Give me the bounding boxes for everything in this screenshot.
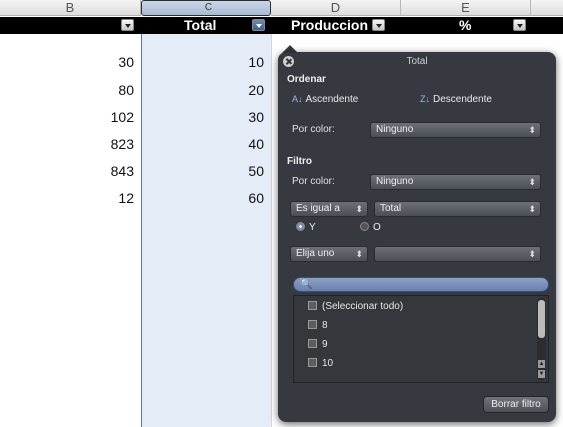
scroll-up-icon[interactable]: ▲ bbox=[538, 360, 545, 368]
column-header-e[interactable]: E bbox=[401, 0, 531, 16]
second-value-field[interactable]: ⬍ bbox=[374, 246, 541, 262]
filter-dropdown-produccion[interactable] bbox=[372, 19, 385, 31]
search-input[interactable]: 🔍 bbox=[293, 277, 549, 292]
filter-color-select[interactable]: Ninguno ⬍ bbox=[370, 174, 541, 190]
radio-or-label: O bbox=[373, 222, 381, 233]
chevron-updown-icon: ⬍ bbox=[355, 249, 363, 259]
cell-c[interactable]: 20 bbox=[141, 80, 264, 100]
radio-or-dot bbox=[360, 222, 369, 231]
list-item-label: (Seleccionar todo) bbox=[322, 301, 404, 312]
cell-c[interactable]: 30 bbox=[141, 107, 264, 127]
chevron-updown-icon: ⬍ bbox=[355, 204, 363, 214]
column-header-d[interactable]: D bbox=[271, 0, 401, 16]
chevron-updown-icon: ⬍ bbox=[528, 125, 536, 135]
list-item[interactable]: 8 bbox=[308, 320, 328, 331]
table-header-row: Total Produccion % bbox=[0, 17, 563, 34]
second-operator-select[interactable]: Elija uno ⬍ bbox=[290, 246, 368, 262]
gridline bbox=[271, 34, 272, 427]
cell-c[interactable]: 40 bbox=[141, 134, 264, 154]
cell-b[interactable]: 102 bbox=[0, 107, 134, 127]
header-percent: % bbox=[459, 17, 472, 33]
cell-b[interactable]: 80 bbox=[0, 80, 134, 100]
scroll-down-icon[interactable]: ▼ bbox=[538, 370, 545, 378]
list-item-label: 9 bbox=[322, 339, 328, 350]
cell-b[interactable]: 823 bbox=[0, 134, 134, 154]
filter-dropdown-total[interactable] bbox=[252, 19, 265, 31]
chevron-updown-icon: ⬍ bbox=[528, 204, 536, 214]
checkbox[interactable] bbox=[308, 301, 317, 310]
checkbox[interactable] bbox=[308, 339, 317, 348]
cell-b[interactable]: 843 bbox=[0, 161, 134, 181]
cell-c[interactable]: 10 bbox=[141, 52, 264, 72]
list-item-label: 10 bbox=[322, 358, 334, 369]
column-header-f[interactable] bbox=[531, 0, 563, 16]
sort-descending-button[interactable]: Z↓ Descendente bbox=[420, 94, 492, 105]
scrollbar-thumb[interactable] bbox=[538, 300, 545, 338]
clear-filter-button[interactable]: Borrar filtro bbox=[483, 396, 549, 413]
sort-color-select[interactable]: Ninguno ⬍ bbox=[370, 122, 541, 138]
list-item[interactable]: 9 bbox=[308, 339, 328, 350]
cell-b[interactable]: 30 bbox=[0, 52, 134, 72]
header-produccion: Produccion bbox=[291, 17, 369, 33]
value-list: (Seleccionar todo) 8 9 10 ▲ ▼ bbox=[293, 295, 549, 383]
sort-descending-label: Descendente bbox=[433, 94, 492, 105]
chevron-updown-icon: ⬍ bbox=[528, 249, 536, 259]
condition-value-text: Total bbox=[380, 203, 402, 214]
chevron-updown-icon: ⬍ bbox=[528, 177, 536, 187]
checkbox[interactable] bbox=[308, 320, 317, 329]
sort-section-title: Ordenar bbox=[287, 74, 326, 85]
filter-dropdown-b[interactable] bbox=[121, 19, 134, 31]
sort-ascending-button[interactable]: A↓ Ascendente bbox=[292, 94, 358, 105]
cell-b[interactable]: 12 bbox=[0, 188, 134, 208]
filter-color-value: Ninguno bbox=[376, 176, 414, 187]
second-operator-value: Elija uno bbox=[296, 248, 335, 259]
radio-or[interactable]: O bbox=[360, 222, 381, 233]
cell-c[interactable]: 60 bbox=[141, 188, 264, 208]
sort-descending-icon: Z↓ bbox=[420, 94, 430, 104]
popover-title: Total bbox=[406, 56, 428, 67]
filter-section-title: Filtro bbox=[287, 156, 312, 167]
sort-ascending-icon: A↓ bbox=[292, 94, 303, 104]
cell-c[interactable]: 50 bbox=[141, 161, 264, 181]
search-icon: 🔍 bbox=[300, 279, 313, 290]
radio-and[interactable]: Y bbox=[296, 222, 316, 233]
list-item-select-all[interactable]: (Seleccionar todo) bbox=[308, 301, 403, 312]
filter-color-label: Por color: bbox=[292, 176, 335, 187]
column-header-b[interactable]: B bbox=[0, 0, 141, 16]
list-scrollbar[interactable]: ▲ ▼ bbox=[537, 298, 546, 380]
radio-and-label: Y bbox=[309, 222, 316, 233]
sort-ascending-label: Ascendente bbox=[305, 94, 359, 105]
condition-operator-value: Es igual a bbox=[296, 203, 340, 214]
condition-operator-select[interactable]: Es igual a ⬍ bbox=[290, 201, 368, 217]
list-item-label: 8 bbox=[322, 320, 328, 331]
condition-value-field[interactable]: Total ⬍ bbox=[374, 201, 541, 217]
filter-dropdown-percent[interactable] bbox=[513, 19, 526, 31]
column-header-c[interactable]: C bbox=[141, 0, 271, 16]
header-total: Total bbox=[184, 17, 217, 33]
sort-color-label: Por color: bbox=[292, 124, 335, 135]
radio-and-dot bbox=[296, 222, 305, 231]
filter-popover: Total Ordenar A↓ Ascendente Z↓ Descendente… bbox=[278, 52, 556, 422]
sort-color-value: Ninguno bbox=[376, 124, 414, 135]
list-item[interactable]: 10 bbox=[308, 358, 333, 369]
checkbox[interactable] bbox=[308, 358, 317, 367]
